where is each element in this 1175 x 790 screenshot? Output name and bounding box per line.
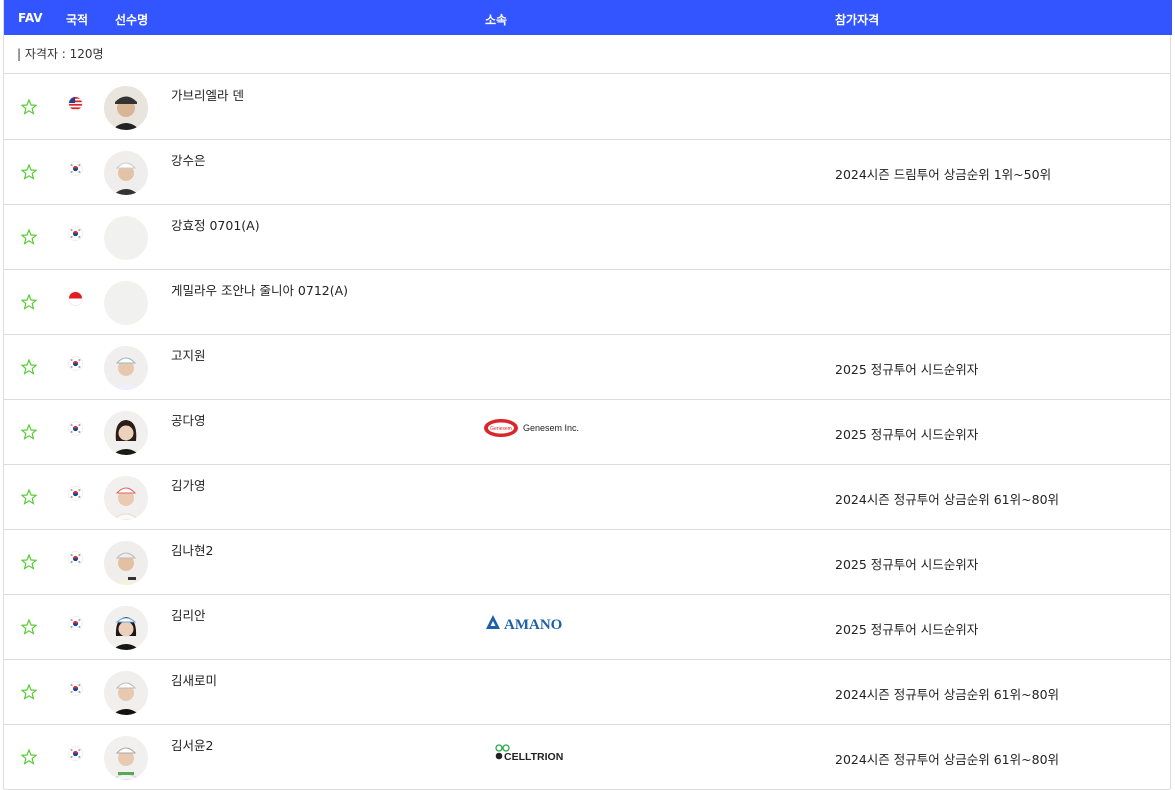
- qualification: 2025 정규투어 시드순위자: [835, 557, 979, 572]
- star-icon[interactable]: [21, 229, 37, 245]
- star-icon[interactable]: [21, 749, 37, 765]
- player-avatar[interactable]: [104, 476, 148, 520]
- player-name[interactable]: 김나현2: [171, 540, 213, 559]
- sponsor-logo-celltrion: CELLTRION: [495, 744, 563, 763]
- table-row: 공다영 Genesem Genesem Inc. 2025 정규투어 시드순위자: [4, 400, 1170, 465]
- table-row: 김새로미 2024시즌 정규투어 상금순위 61위~80위: [4, 660, 1170, 725]
- star-icon[interactable]: [21, 684, 37, 700]
- qualified-count: | 자격자 : 120명: [4, 35, 1170, 74]
- sponsor-logo-amano: AMANO: [486, 615, 562, 633]
- qualification: 2024시즌 드림투어 상금순위 1위~50위: [835, 167, 1052, 182]
- star-icon[interactable]: [21, 489, 37, 505]
- korea-flag-icon: [68, 226, 83, 241]
- player-avatar-placeholder[interactable]: [104, 216, 148, 260]
- col-affiliation: 소속: [485, 13, 508, 27]
- player-name[interactable]: 공다영: [171, 410, 206, 429]
- col-nation: 국적: [66, 13, 89, 27]
- table-row: 김나현2 2025 정규투어 시드순위자: [4, 530, 1170, 595]
- korea-flag-icon: [68, 681, 83, 696]
- player-rows: 가브리엘라 덴 강수은 2024시즌 드림투어 상금순위 1위~50위 강효정 …: [4, 75, 1170, 790]
- col-fav: FAV: [18, 11, 43, 25]
- player-avatar[interactable]: [104, 86, 148, 130]
- sponsor-logo-genesem: Genesem Genesem Inc.: [484, 419, 579, 437]
- player-name[interactable]: 가브리엘라 덴: [171, 85, 244, 104]
- player-name[interactable]: 게밀라우 조안나 줄니아 0712(A): [171, 280, 348, 299]
- qualification: 2024시즌 정규투어 상금순위 61위~80위: [835, 492, 1060, 507]
- player-avatar[interactable]: [104, 736, 148, 780]
- star-icon[interactable]: [21, 424, 37, 440]
- korea-flag-icon: [68, 746, 83, 761]
- star-icon[interactable]: [21, 294, 37, 310]
- table-row: 김리안 AMANO 2025 정규투어 시드순위자: [4, 595, 1170, 660]
- table-row: 게밀라우 조안나 줄니아 0712(A): [4, 270, 1170, 335]
- player-avatar[interactable]: [104, 151, 148, 195]
- table-row: 김서윤2 CELLTRION 2024시즌 정규투어 상금순위 61위~80위: [4, 725, 1170, 790]
- table-row: 강효정 0701(A): [4, 205, 1170, 270]
- player-name[interactable]: 강수은: [171, 150, 206, 169]
- korea-flag-icon: [68, 616, 83, 631]
- player-list: FAV 국적 선수명 소속 참가자격 | 자격자 : 120명 가브리엘라 덴: [3, 0, 1172, 790]
- star-icon[interactable]: [21, 359, 37, 375]
- indonesia-flag-icon: [68, 291, 83, 306]
- table-row: 김가영 2024시즌 정규투어 상금순위 61위~80위: [4, 465, 1170, 530]
- star-icon[interactable]: [21, 619, 37, 635]
- player-name[interactable]: 고지원: [171, 345, 206, 364]
- qualification: 2024시즌 정규투어 상금순위 61위~80위: [835, 752, 1060, 767]
- star-icon[interactable]: [21, 99, 37, 115]
- korea-flag-icon: [68, 486, 83, 501]
- korea-flag-icon: [68, 161, 83, 176]
- player-avatar-placeholder[interactable]: [104, 281, 148, 325]
- korea-flag-icon: [68, 421, 83, 436]
- table-header: FAV 국적 선수명 소속 참가자격: [4, 0, 1172, 35]
- player-avatar[interactable]: [104, 346, 148, 390]
- qualification: 2025 정규투어 시드순위자: [835, 362, 979, 377]
- table-row: 강수은 2024시즌 드림투어 상금순위 1위~50위: [4, 140, 1170, 205]
- qualification: 2025 정규투어 시드순위자: [835, 427, 979, 442]
- table-row: 고지원 2025 정규투어 시드순위자: [4, 335, 1170, 400]
- player-avatar[interactable]: [104, 411, 148, 455]
- svg-text:AMANO: AMANO: [504, 617, 562, 633]
- usa-flag-icon: [68, 96, 83, 111]
- player-name[interactable]: 김리안: [171, 605, 206, 624]
- player-name[interactable]: 김가영: [171, 475, 206, 494]
- svg-text:Genesem Inc.: Genesem Inc.: [523, 423, 579, 433]
- player-name[interactable]: 김새로미: [171, 670, 217, 689]
- qualification: 2024시즌 정규투어 상금순위 61위~80위: [835, 687, 1060, 702]
- star-icon[interactable]: [21, 164, 37, 180]
- col-player: 선수명: [115, 13, 149, 27]
- svg-text:CELLTRION: CELLTRION: [504, 751, 563, 763]
- col-qualification: 참가자격: [835, 13, 880, 27]
- player-avatar[interactable]: [104, 606, 148, 650]
- player-name[interactable]: 강효정 0701(A): [171, 215, 260, 234]
- svg-text:Genesem: Genesem: [490, 426, 512, 432]
- player-avatar[interactable]: [104, 541, 148, 585]
- qualification: 2025 정규투어 시드순위자: [835, 622, 979, 637]
- player-avatar[interactable]: [104, 671, 148, 715]
- star-icon[interactable]: [21, 554, 37, 570]
- korea-flag-icon: [68, 551, 83, 566]
- korea-flag-icon: [68, 356, 83, 371]
- player-name[interactable]: 김서윤2: [171, 735, 213, 754]
- table-row: 가브리엘라 덴: [4, 75, 1170, 140]
